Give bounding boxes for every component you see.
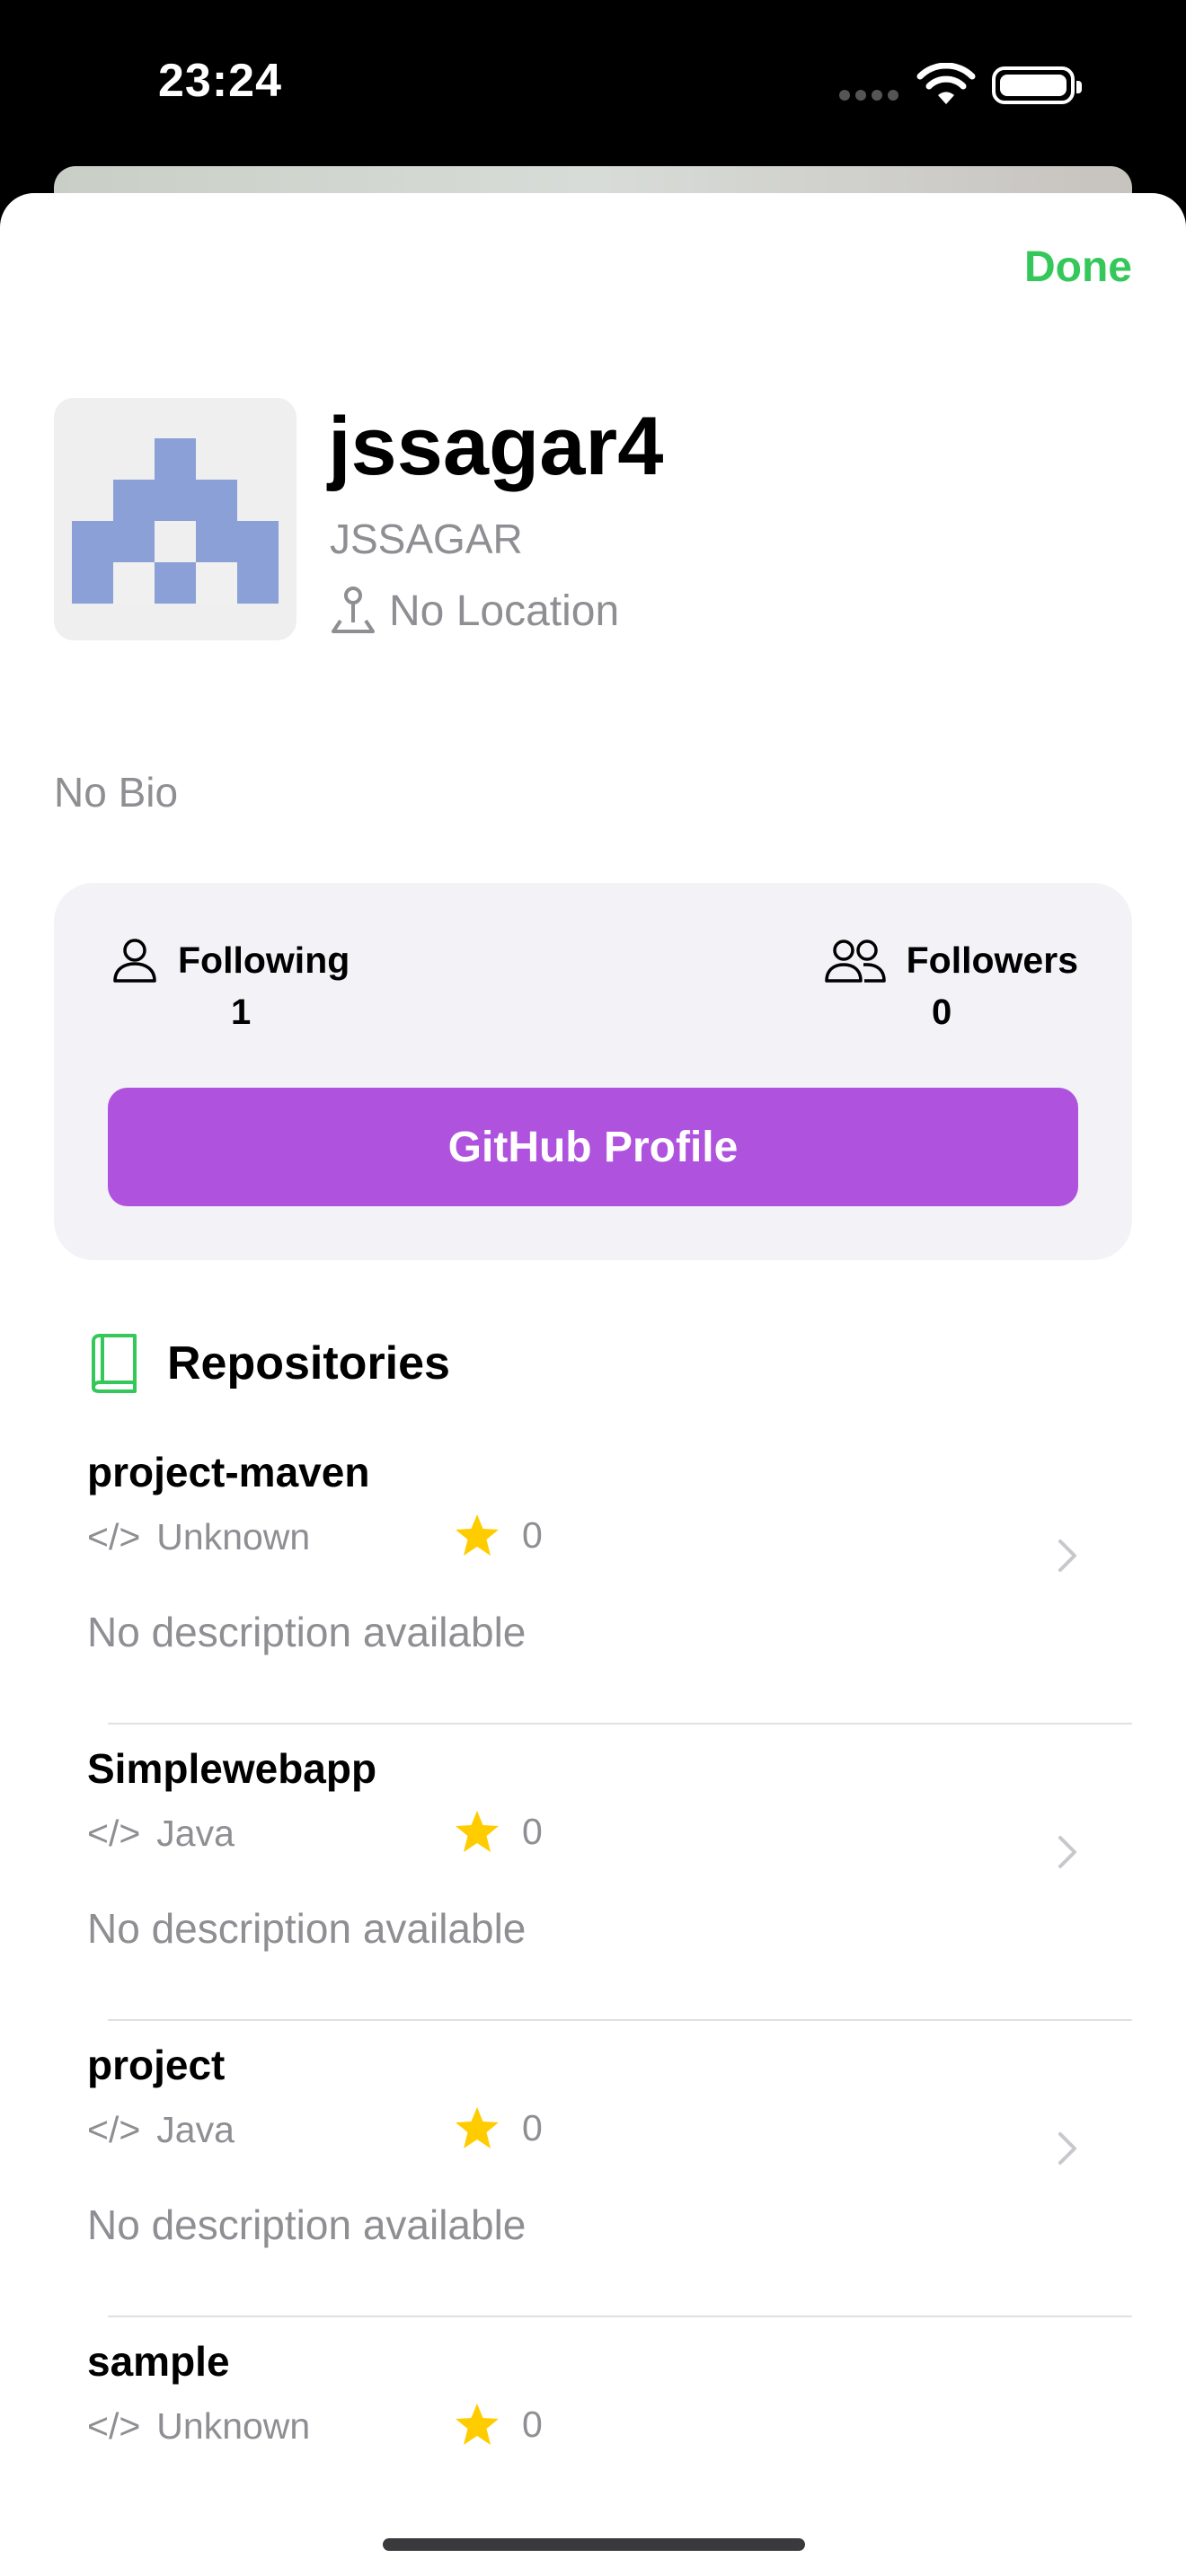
repository-stars: 0 xyxy=(454,1809,543,1854)
profile-sheet: Done jssagar4 JSSAGAR No Location No Bio xyxy=(0,193,1186,2576)
repository-description: No description available xyxy=(87,1609,527,1655)
repository-stars: 0 xyxy=(454,2105,543,2150)
chevron-right-icon xyxy=(1058,2132,1076,2165)
repository-name: Simplewebapp xyxy=(87,1745,377,1792)
repository-language: </> Java xyxy=(87,2109,235,2151)
star-count: 0 xyxy=(522,1513,543,1556)
stats-card: Following 1 Followers 0 GitHub Profile xyxy=(54,883,1132,1260)
language-label: Java xyxy=(156,2109,235,2150)
repository-row[interactable]: sample </> Unknown 0 xyxy=(0,2317,1186,2452)
star-icon xyxy=(456,1811,499,1852)
code-icon: </> xyxy=(87,1813,141,1854)
bio: No Bio xyxy=(54,769,179,816)
star-icon xyxy=(456,2107,499,2148)
code-icon: </> xyxy=(87,1516,141,1557)
book-icon xyxy=(92,1334,137,1393)
followers-count: 0 xyxy=(932,992,952,1032)
avatar xyxy=(54,398,296,640)
repository-language: </> Unknown xyxy=(87,2405,310,2448)
signal-icon xyxy=(839,90,898,101)
star-icon xyxy=(456,2404,499,2445)
chevron-right-icon xyxy=(1058,1836,1076,1868)
username: jssagar4 xyxy=(328,401,664,492)
repository-language: </> Unknown xyxy=(87,1516,310,1558)
status-bar: 23:24 xyxy=(0,0,1186,171)
following-stat: Following xyxy=(111,937,350,984)
followers-label: Followers xyxy=(906,939,1078,981)
repository-row[interactable]: Simplewebapp </> Java 0 No description a… xyxy=(0,1725,1186,2021)
language-label: Unknown xyxy=(156,2405,311,2447)
identicon-image xyxy=(72,438,279,604)
chevron-right-icon xyxy=(1058,1539,1076,1572)
repository-row[interactable]: project-maven </> Unknown 0 No descripti… xyxy=(0,1428,1186,1725)
repository-row[interactable]: project </> Java 0 No description availa… xyxy=(0,2021,1186,2317)
location-text: No Location xyxy=(389,587,620,635)
repository-name: project xyxy=(87,2042,226,2088)
wifi-icon xyxy=(916,63,976,104)
star-count: 0 xyxy=(522,2106,543,2148)
repository-name: project-maven xyxy=(87,1449,370,1495)
code-icon: </> xyxy=(87,2109,141,2150)
full-name: JSSAGAR xyxy=(330,516,523,562)
home-indicator[interactable] xyxy=(383,2538,805,2551)
battery-icon xyxy=(992,66,1082,104)
followers-stat: Followers xyxy=(824,937,1078,984)
repository-description: No description available xyxy=(87,1905,527,1952)
language-label: Java xyxy=(156,1813,235,1854)
repository-stars: 0 xyxy=(454,1513,543,1557)
repository-description: No description available xyxy=(87,2201,527,2248)
repository-list: project-maven </> Unknown 0 No descripti… xyxy=(0,1428,1186,2452)
code-icon: </> xyxy=(87,2405,141,2447)
repository-name: sample xyxy=(87,2338,230,2385)
star-count: 0 xyxy=(522,1810,543,1852)
language-label: Unknown xyxy=(156,1516,311,1557)
star-count: 0 xyxy=(522,2403,543,2445)
repository-language: </> Java xyxy=(87,1813,235,1855)
done-button[interactable]: Done xyxy=(1024,243,1132,292)
following-label: Following xyxy=(178,939,350,981)
repository-stars: 0 xyxy=(454,2402,543,2447)
people-icon xyxy=(824,940,886,983)
status-time: 23:24 xyxy=(158,55,282,107)
location: No Location xyxy=(330,585,619,637)
person-icon xyxy=(113,939,156,983)
star-icon xyxy=(456,1514,499,1556)
map-pin-icon xyxy=(332,587,375,633)
following-count: 1 xyxy=(231,992,252,1032)
github-profile-button[interactable]: GitHub Profile xyxy=(108,1088,1078,1206)
repositories-title: Repositories xyxy=(167,1337,450,1389)
repositories-header: Repositories xyxy=(88,1334,450,1393)
